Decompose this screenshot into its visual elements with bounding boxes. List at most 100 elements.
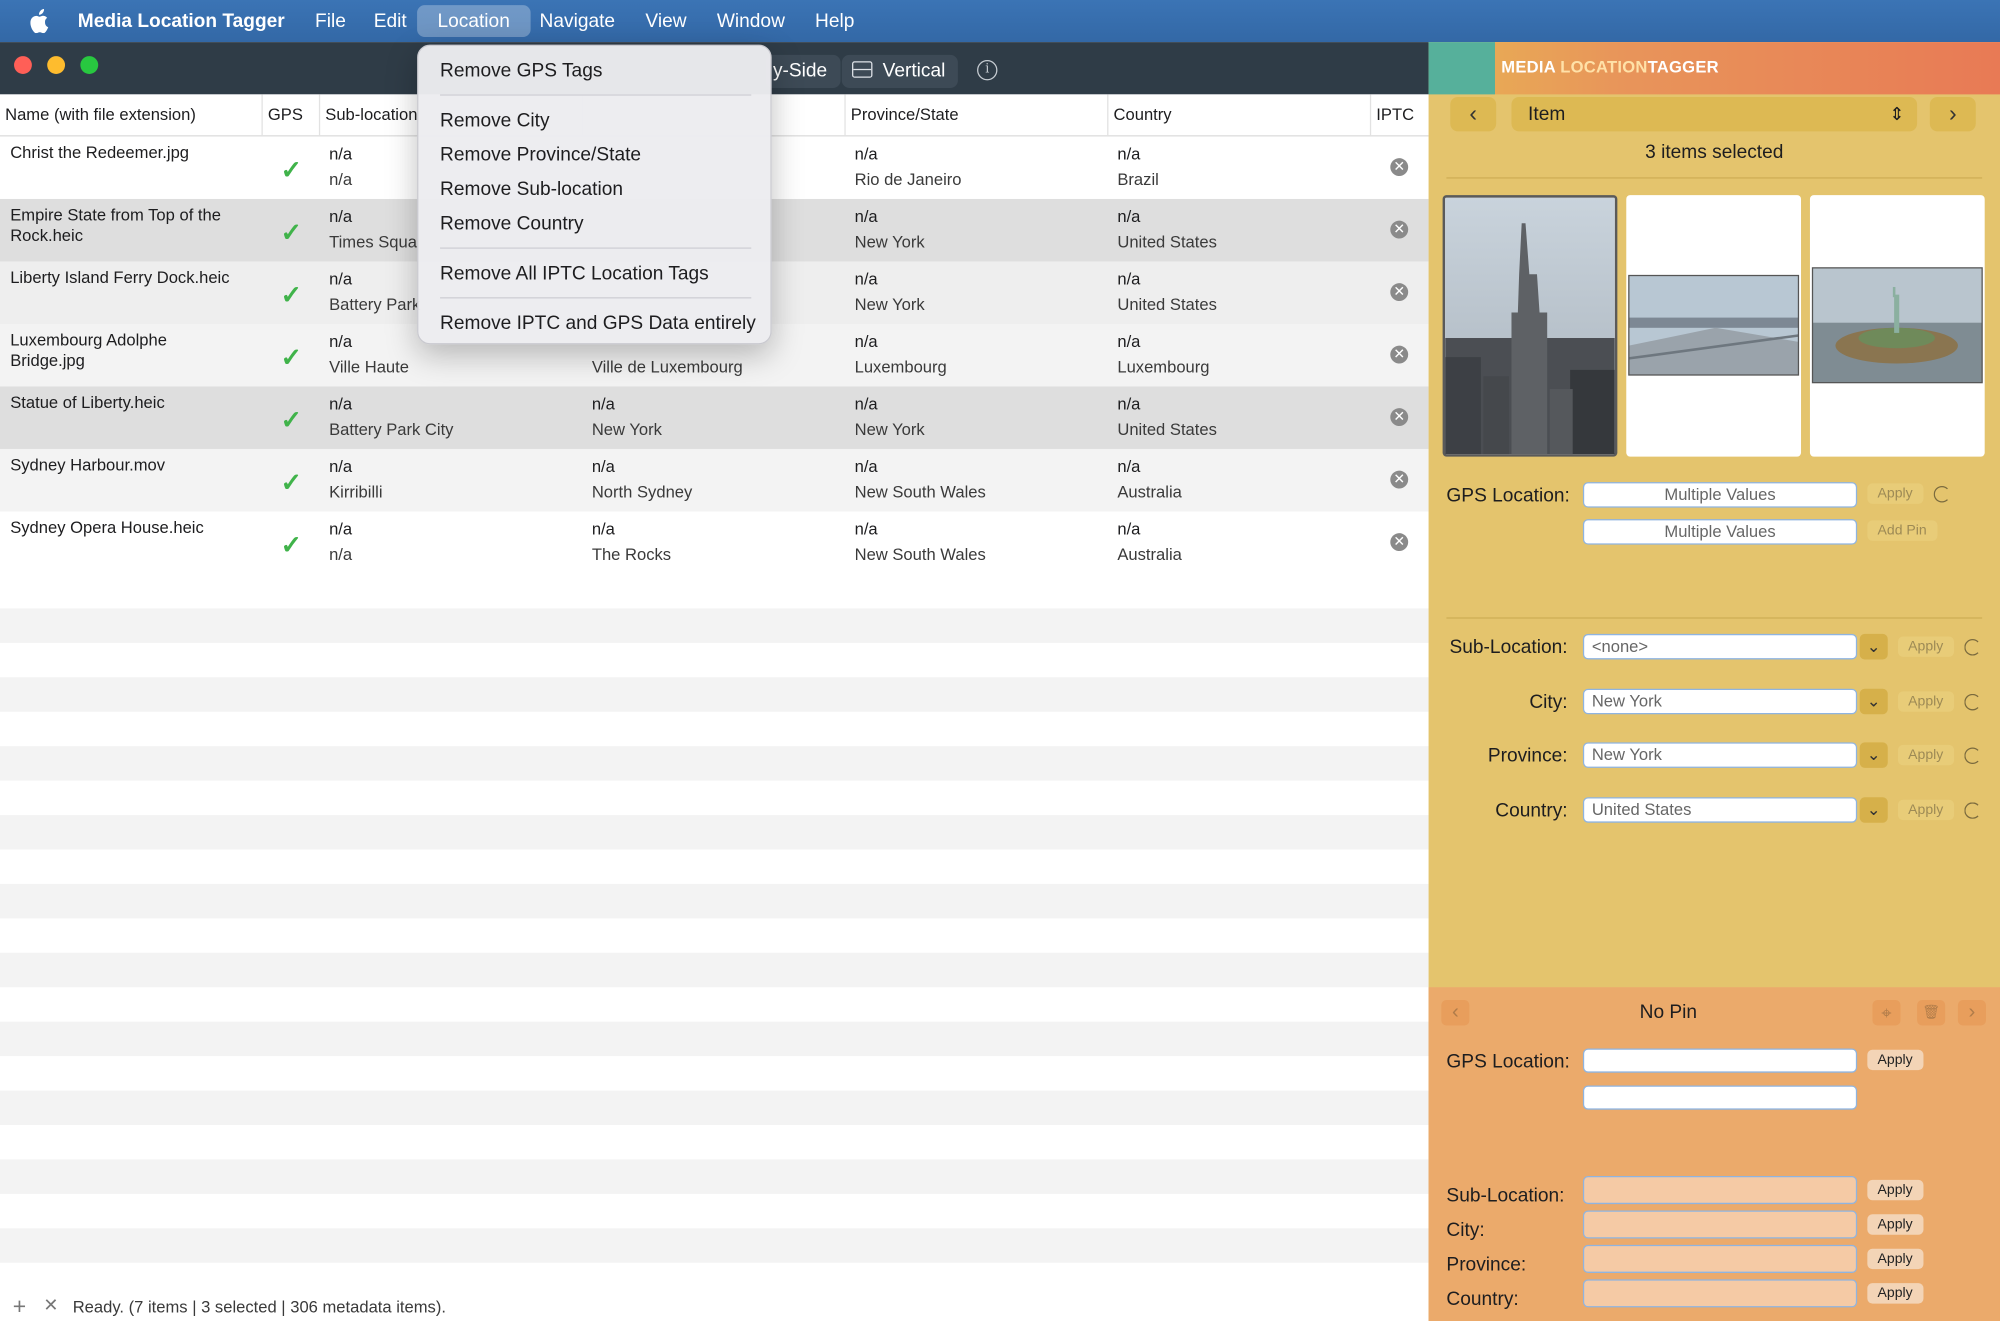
file-name-cell: Liberty Island Ferry Dock.heic — [10, 267, 230, 287]
sub-location-revert-icon[interactable] — [1964, 639, 1981, 656]
next-pin-button[interactable]: › — [1957, 999, 1986, 1026]
menu-item-remove-iptc-and-gps[interactable]: Remove IPTC and GPS Data entirely — [440, 312, 756, 334]
iptc-clear-icon[interactable]: ✕ — [1390, 470, 1409, 489]
country-revert-icon[interactable] — [1964, 802, 1981, 819]
iptc-clear-icon[interactable]: ✕ — [1390, 345, 1409, 364]
pin-city-apply-button[interactable]: Apply — [1867, 1214, 1923, 1235]
add-icon[interactable]: + — [13, 1293, 26, 1320]
logo-tagger: TAGGER — [1647, 57, 1719, 77]
province-tag-cell: n/a — [854, 394, 878, 414]
iptc-clear-icon[interactable]: ✕ — [1390, 283, 1409, 302]
table-row[interactable]: Sydney Opera House.heic ✓ n/a n/a n/a The Roc… — [0, 511, 1429, 574]
sub-location-apply-button[interactable]: Apply — [1897, 636, 1954, 657]
menu-navigate[interactable]: Navigate — [540, 0, 616, 42]
menu-location[interactable]: Location — [417, 5, 531, 37]
menu-item-remove-country[interactable]: Remove Country — [440, 213, 584, 235]
close-window-button[interactable] — [14, 56, 32, 74]
pin-country-field[interactable] — [1582, 1279, 1858, 1308]
gps-revert-icon[interactable] — [1933, 485, 1951, 503]
pin-country-label: Country: — [1446, 1288, 1519, 1310]
menu-file[interactable]: File — [315, 0, 346, 42]
menu-view[interactable]: View — [645, 0, 686, 42]
minimize-window-button[interactable] — [47, 56, 66, 74]
sub-location-tag-cell: n/a — [329, 144, 353, 164]
pin-latitude-field[interactable] — [1582, 1048, 1858, 1073]
city-apply-button[interactable]: Apply — [1897, 691, 1954, 712]
next-item-button[interactable]: › — [1929, 96, 1976, 132]
city-revert-icon[interactable] — [1964, 693, 1981, 711]
side-by-side-toggle[interactable]: y-Side — [765, 54, 840, 89]
city-field[interactable]: New York — [1582, 688, 1858, 715]
app-name-menu[interactable]: Media Location Tagger — [78, 0, 285, 42]
city-tag-cell: n/a — [591, 394, 615, 414]
thumbnail-empire-state[interactable] — [1442, 195, 1618, 457]
country-tag-cell: n/a — [1117, 394, 1141, 414]
gps-apply-button[interactable]: Apply — [1867, 483, 1923, 504]
column-header-country[interactable]: Country — [1107, 94, 1370, 136]
item-selector[interactable]: Item ⇕ — [1511, 96, 1918, 132]
column-header-name[interactable]: Name (with file extension) — [0, 94, 261, 135]
province-field[interactable]: New York — [1582, 742, 1858, 768]
sub-location-dropdown-icon[interactable]: ⌄ — [1859, 633, 1888, 660]
menu-item-remove-gps-tags[interactable]: Remove GPS Tags — [440, 60, 602, 82]
country-dropdown-icon[interactable]: ⌄ — [1859, 797, 1888, 823]
empty-row — [0, 1159, 1429, 1194]
pin-gps-location-label: GPS Location: — [1446, 1051, 1570, 1073]
iptc-clear-icon[interactable]: ✕ — [1390, 158, 1409, 177]
pin-province-field[interactable] — [1582, 1244, 1858, 1273]
sub-location-tag-cell: n/a — [329, 394, 353, 414]
country-apply-button[interactable]: Apply — [1897, 799, 1954, 821]
file-name-cell: Statue of Liberty.heic — [10, 392, 165, 412]
menu-item-remove-all-iptc[interactable]: Remove All IPTC Location Tags — [440, 263, 709, 285]
column-header-gps[interactable]: GPS — [261, 94, 318, 136]
country-gps-cell: United States — [1117, 232, 1217, 252]
thumbnail-statue-of-liberty[interactable] — [1809, 195, 1985, 457]
add-pin-button[interactable]: Add Pin — [1867, 520, 1937, 541]
menu-edit[interactable]: Edit — [374, 0, 407, 42]
pin-gps-apply-button[interactable]: Apply — [1867, 1049, 1923, 1071]
iptc-clear-icon[interactable]: ✕ — [1390, 408, 1409, 427]
pin-sub-location-field[interactable] — [1582, 1176, 1858, 1205]
menu-item-remove-sub-location[interactable]: Remove Sub-location — [440, 179, 623, 201]
pin-sub-location-apply-button[interactable]: Apply — [1867, 1179, 1923, 1201]
pin-city-label: City: — [1446, 1219, 1485, 1242]
menu-item-remove-city[interactable]: Remove City — [440, 110, 550, 132]
locate-pin-icon[interactable]: ⌖ — [1872, 999, 1901, 1026]
column-header-iptc[interactable]: IPTC — [1369, 94, 1429, 136]
province-gps-cell: Rio de Janeiro — [854, 169, 962, 189]
gps-latitude-field[interactable]: Multiple Values — [1582, 482, 1858, 508]
gps-longitude-field[interactable]: Multiple Values — [1582, 519, 1858, 545]
previous-item-button[interactable]: ‹ — [1450, 96, 1497, 132]
iptc-clear-icon[interactable]: ✕ — [1390, 220, 1409, 239]
trash-icon[interactable]: 🗑 — [1917, 999, 1946, 1026]
pin-country-apply-button[interactable]: Apply — [1867, 1283, 1923, 1304]
pin-province-apply-button[interactable]: Apply — [1867, 1248, 1923, 1270]
province-apply-button[interactable]: Apply — [1897, 744, 1954, 766]
menu-item-remove-province[interactable]: Remove Province/State — [440, 144, 641, 166]
province-revert-icon[interactable] — [1964, 747, 1981, 765]
province-gps-cell: New York — [854, 419, 925, 439]
remove-icon[interactable]: ✕ — [43, 1295, 58, 1317]
table-row[interactable]: Statue of Liberty.heic ✓ n/a Battery Park C… — [0, 386, 1429, 449]
table-row[interactable]: Sydney Harbour.mov ✓ n/a Kirribilli n/a North… — [0, 448, 1429, 512]
sub-location-field[interactable]: <none> — [1582, 633, 1858, 660]
province-dropdown-icon[interactable]: ⌄ — [1859, 742, 1888, 768]
city-tag-cell: n/a — [591, 456, 615, 476]
thumbnail-ferry-dock[interactable] — [1626, 195, 1802, 457]
iptc-clear-icon[interactable]: ✕ — [1390, 533, 1409, 552]
info-icon[interactable]: i — [977, 59, 998, 81]
column-header-province[interactable]: Province/State — [844, 94, 1107, 136]
menu-window[interactable]: Window — [717, 0, 785, 42]
apple-logo-icon[interactable] — [28, 0, 49, 42]
city-gps-cell: The Rocks — [591, 544, 672, 564]
zoom-window-button[interactable] — [80, 56, 99, 74]
menu-help[interactable]: Help — [815, 0, 854, 42]
country-tag-cell: n/a — [1117, 144, 1141, 164]
pin-title: No Pin — [1639, 1001, 1698, 1023]
vertical-toggle[interactable]: Vertical — [841, 54, 959, 89]
pin-city-field[interactable] — [1582, 1210, 1858, 1239]
country-field[interactable]: United States — [1582, 797, 1858, 823]
city-dropdown-icon[interactable]: ⌄ — [1859, 688, 1888, 715]
province-tag-cell: n/a — [854, 206, 878, 226]
pin-longitude-field[interactable] — [1582, 1085, 1858, 1110]
